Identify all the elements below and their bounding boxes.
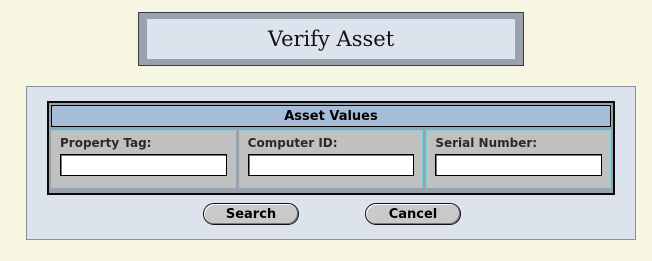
computer-id-label: Computer ID: — [247, 136, 338, 150]
computer-id-cell: Computer ID: — [238, 130, 424, 188]
serial-number-input[interactable] — [435, 154, 603, 176]
page-title-box: Verify Asset — [138, 12, 524, 66]
asset-form-panel: Asset Values Property Tag: Computer ID: … — [26, 86, 636, 240]
asset-values-table: Asset Values Property Tag: Computer ID: … — [47, 101, 615, 195]
serial-number-cell: Serial Number: — [426, 130, 612, 188]
serial-number-label: Serial Number: — [435, 136, 538, 150]
asset-fields-row: Property Tag: Computer ID: Serial Number… — [51, 130, 612, 188]
page-title: Verify Asset — [147, 19, 515, 59]
cancel-button[interactable]: Cancel — [365, 203, 461, 225]
asset-values-header: Asset Values — [51, 105, 611, 127]
property-tag-cell: Property Tag: — [51, 130, 236, 188]
search-button[interactable]: Search — [203, 203, 299, 225]
computer-id-input[interactable] — [247, 154, 415, 176]
property-tag-input[interactable] — [60, 154, 227, 176]
property-tag-label: Property Tag: — [60, 136, 152, 150]
